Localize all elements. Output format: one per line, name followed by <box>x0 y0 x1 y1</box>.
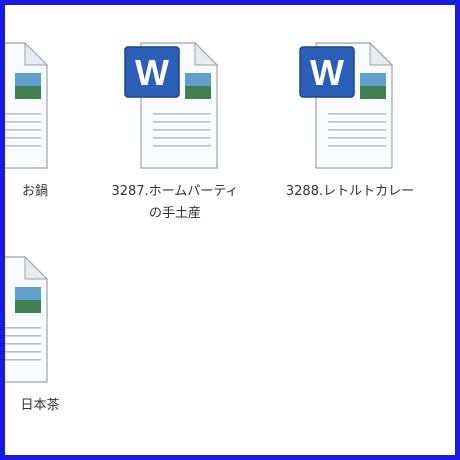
file-item-2[interactable]: W 3288.レトルトカレー <box>270 33 430 203</box>
file-item-1[interactable]: W 3287.ホームパーティの手土産 <box>95 33 255 225</box>
word-document-icon: W <box>113 33 238 173</box>
file-item-0[interactable]: お鍋 <box>5 33 85 203</box>
file-label: 3288.レトルトカレー <box>285 184 415 199</box>
word-logo-letter: W <box>310 52 344 93</box>
word-logo-letter: W <box>135 52 169 93</box>
file-item-3[interactable]: 日本茶 <box>5 247 85 417</box>
explorer-file-view: お鍋 W 3287.ホームパーティの手土産 W 3288.レトルトカレー 日本茶 <box>0 0 460 460</box>
file-label: お鍋 <box>21 184 48 199</box>
word-document-icon <box>5 247 68 387</box>
file-label: 日本茶 <box>20 398 60 413</box>
word-document-icon: W <box>288 33 413 173</box>
file-label: 3287.ホームパーティの手土産 <box>111 184 239 221</box>
word-document-icon <box>5 33 68 173</box>
